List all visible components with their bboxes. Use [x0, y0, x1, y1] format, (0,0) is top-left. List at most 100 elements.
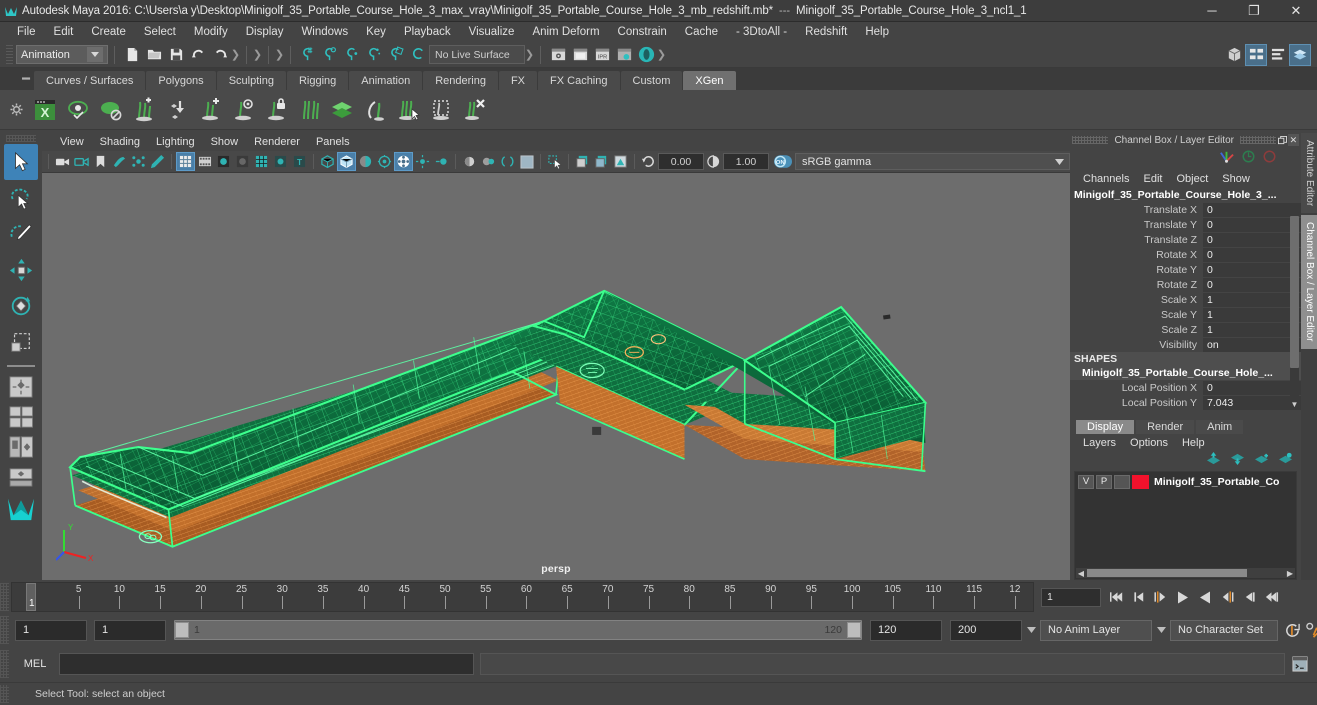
shadows-icon[interactable] [394, 152, 413, 171]
script-language-label[interactable]: MEL [11, 658, 59, 670]
channel-row[interactable]: Rotate X 0 [1070, 247, 1301, 262]
smooth-shade-all-icon[interactable] [233, 152, 252, 171]
panel-grip[interactable] [1072, 136, 1109, 144]
channel-row[interactable]: Translate Y 0 [1070, 217, 1301, 232]
outliner-icon[interactable] [1245, 43, 1267, 66]
use-default-material-icon[interactable]: T [290, 152, 309, 171]
xgen-delete-primitives-icon[interactable] [457, 93, 490, 127]
shelf-handle-icon[interactable]: ━ [18, 68, 34, 90]
menu-item-edit[interactable]: Edit [45, 24, 83, 40]
snap-to-curve-icon[interactable] [319, 44, 341, 66]
channel-value[interactable]: 0 [1203, 380, 1301, 395]
range-end-time-field[interactable]: 120 [870, 619, 942, 641]
save-scene-icon[interactable] [165, 44, 187, 66]
current-frame-field[interactable]: 1 [1041, 587, 1101, 607]
menu-item-help[interactable]: Help [856, 24, 898, 40]
layer-tab-render[interactable]: Render [1136, 420, 1195, 434]
shelf-tab-fx[interactable]: FX [498, 71, 538, 90]
xgen-preview-icon[interactable] [61, 93, 94, 127]
exposure-reset-icon[interactable] [639, 152, 658, 171]
shelf-options-gear-icon[interactable] [4, 93, 28, 127]
xray-joints-icon[interactable] [337, 152, 356, 171]
collapse-arrow-3-icon[interactable]: ❯ [275, 44, 284, 66]
rotate-tool-icon[interactable] [4, 288, 38, 324]
scale-gizmo-icon[interactable] [1262, 149, 1277, 167]
live-surface-field[interactable]: No Live Surface [429, 45, 525, 64]
xgen-disable-preview-icon[interactable] [94, 93, 127, 127]
help-line-grip[interactable] [0, 685, 9, 703]
layer-tab-display[interactable]: Display [1076, 420, 1135, 434]
layer-color-swatch[interactable] [1132, 474, 1149, 489]
viewport-menu-show[interactable]: Show [203, 135, 247, 149]
menu-item-modify[interactable]: Modify [185, 24, 237, 40]
channel-value[interactable]: 0 [1203, 277, 1301, 292]
gamma-field[interactable]: 1.00 [723, 153, 769, 170]
menu-item-visualize[interactable]: Visualize [460, 24, 524, 40]
open-hypergraph-icon[interactable] [1223, 44, 1245, 66]
film-gate-icon[interactable] [195, 152, 214, 171]
layer-playback-toggle[interactable]: P [1096, 474, 1112, 489]
motion-blur-icon[interactable] [432, 152, 451, 171]
scroll-right-arrow-icon[interactable]: ▶ [1285, 569, 1295, 578]
persp-graph-layout-icon[interactable] [4, 462, 38, 492]
maximize-button[interactable]: ❐ [1233, 0, 1275, 22]
create-layer-from-selection-icon[interactable] [1278, 452, 1293, 468]
xgen-region-select-icon[interactable] [424, 93, 457, 127]
anim-layer-dropdown-arrow-icon[interactable] [1022, 627, 1040, 633]
character-set-dropdown-arrow-icon[interactable] [1152, 627, 1170, 633]
move-layer-down-icon[interactable] [1230, 452, 1245, 468]
channel-box-menu-object[interactable]: Object [1169, 172, 1215, 186]
layer-scroll-thumb[interactable] [1087, 569, 1247, 577]
channel-row[interactable]: Visibility on [1070, 337, 1301, 352]
texture-placement-icon[interactable] [573, 152, 592, 171]
bookmark-icon[interactable] [91, 152, 110, 171]
viewport-menu-lighting[interactable]: Lighting [148, 135, 203, 149]
channel-row[interactable]: Scale Z 1 [1070, 322, 1301, 337]
snap-to-view-planes-icon[interactable] [385, 44, 407, 66]
viewport-menu-panels[interactable]: Panels [308, 135, 358, 149]
layer-visibility-toggle[interactable]: V [1078, 474, 1094, 489]
channel-value[interactable]: 0 [1203, 232, 1301, 247]
go-to-end-icon[interactable] [1261, 586, 1281, 608]
layer-menu-layers[interactable]: Layers [1076, 436, 1123, 450]
viewport-menu-renderer[interactable]: Renderer [246, 135, 308, 149]
isolate-select-icon[interactable] [498, 152, 517, 171]
select-mask-icon[interactable] [545, 152, 564, 171]
new-scene-icon[interactable] [121, 44, 143, 66]
depth-of-field-icon[interactable] [479, 152, 498, 171]
minimize-button[interactable]: ─ [1191, 0, 1233, 22]
outliner-persp-layout-icon[interactable] [4, 432, 38, 462]
go-to-start-icon[interactable] [1107, 586, 1127, 608]
current-time-indicator[interactable]: 1 [26, 583, 36, 611]
shaded-wireframe-icon[interactable] [252, 152, 271, 171]
xgen-groom-brush-icon[interactable] [358, 93, 391, 127]
redo-icon[interactable] [209, 44, 231, 66]
script-editor-icon[interactable] [1289, 653, 1311, 675]
snap-to-projected-center-icon[interactable] [363, 44, 385, 66]
channel-box-menu-channels[interactable]: Channels [1076, 172, 1136, 186]
shelf-tab-animation[interactable]: Animation [349, 71, 423, 90]
scale-tool-icon[interactable] [4, 324, 38, 360]
range-slider-grip[interactable] [0, 616, 9, 644]
undo-icon[interactable] [187, 44, 209, 66]
menu-item-file[interactable]: File [8, 24, 45, 40]
auto-keyframe-toggle-icon[interactable] [1284, 619, 1301, 641]
scroll-left-arrow-icon[interactable]: ◀ [1076, 569, 1086, 578]
texture-placement-2-icon[interactable] [592, 152, 611, 171]
exposure-field[interactable]: 0.00 [658, 153, 704, 170]
channel-value[interactable]: 7.043 [1203, 395, 1301, 410]
xgen-select-primitives-icon[interactable] [391, 93, 424, 127]
grid-toggle-icon[interactable] [176, 152, 195, 171]
select-tool-icon[interactable] [4, 144, 38, 180]
menu-item-cache[interactable]: Cache [676, 24, 727, 40]
layer-list-scrollbar[interactable]: ◀ ▶ [1076, 568, 1295, 578]
play-backwards-icon[interactable] [1173, 586, 1193, 608]
texture-shading-icon[interactable] [271, 152, 290, 171]
layer-name[interactable]: Minigolf_35_Portable_Co [1151, 476, 1279, 488]
shelf-tab-rendering[interactable]: Rendering [423, 71, 498, 90]
shelf-tab-curves-surfaces[interactable]: Curves / Surfaces [34, 71, 146, 90]
tab-attribute-editor[interactable]: Attribute Editor [1301, 133, 1317, 214]
panel-grip-right[interactable] [1239, 136, 1277, 144]
range-left-handle[interactable] [175, 622, 189, 638]
range-right-handle[interactable] [847, 622, 861, 638]
